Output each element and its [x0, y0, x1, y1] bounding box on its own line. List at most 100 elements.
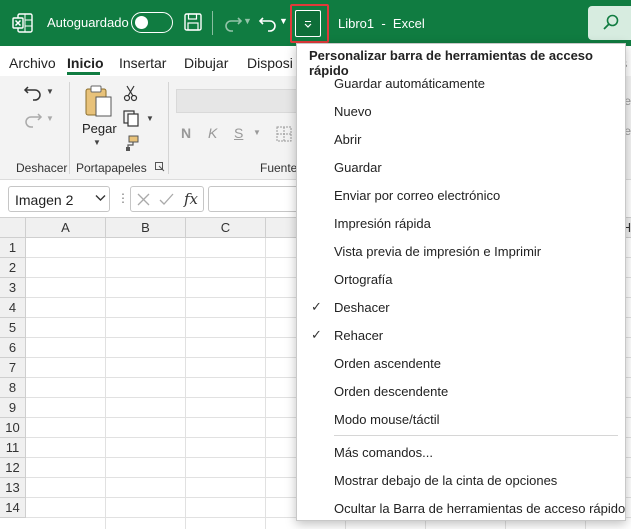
italic-button[interactable]: K	[208, 125, 217, 141]
dialog-launcher-icon[interactable]	[155, 162, 165, 172]
paste-chevron-icon[interactable]: ▼	[93, 138, 101, 147]
copy-chevron-icon[interactable]: ▼	[146, 114, 154, 123]
formula-bar-grip-icon[interactable]: ⋮	[117, 191, 129, 205]
cancel-icon[interactable]	[137, 193, 150, 206]
ribbon-separator	[69, 82, 70, 174]
tab-insertar[interactable]: Insertar	[119, 55, 166, 71]
row-header-9[interactable]: 9	[0, 398, 26, 418]
menu-footer-item-2[interactable]: Mostrar debajo de la cinta de opciones	[297, 466, 625, 494]
menu-item-ortografía[interactable]: Ortografía	[297, 265, 625, 293]
name-box-chevron-icon[interactable]	[95, 194, 106, 205]
ribbon-undo-chevron-icon[interactable]: ▼	[46, 87, 54, 96]
row-header-14[interactable]: 14	[0, 498, 26, 518]
menu-item-modo-mouse-táctil[interactable]: Modo mouse/táctil	[297, 405, 625, 433]
menu-item-abrir[interactable]: Abrir	[297, 125, 625, 153]
menu-item-rehacer[interactable]: ✓ Rehacer	[297, 321, 625, 349]
row-header-6[interactable]: 6	[0, 338, 26, 358]
row-header-3[interactable]: 3	[0, 278, 26, 298]
menu-item-nuevo[interactable]: Nuevo	[297, 97, 625, 125]
redo-icon[interactable]	[222, 12, 244, 34]
underline-chevron-icon[interactable]: ▼	[253, 128, 261, 137]
document-title: Libro1 - Excel	[338, 16, 425, 31]
autosave-toggle[interactable]	[131, 12, 173, 33]
redo-chevron-down-icon[interactable]: ▼	[243, 16, 252, 26]
insert-function-button[interactable]: fx	[184, 190, 198, 208]
tab-disposi[interactable]: Disposi	[247, 55, 293, 71]
save-icon[interactable]	[183, 12, 203, 32]
menu-item-label: Guardar automáticamente	[334, 76, 486, 91]
row-header-13[interactable]: 13	[0, 478, 26, 498]
menu-footer-item-1[interactable]: Más comandos...	[297, 438, 625, 466]
tab-inicio[interactable]: Inicio	[67, 55, 104, 71]
row-header-2[interactable]: 2	[0, 258, 26, 278]
row-header-4[interactable]: 4	[0, 298, 26, 318]
menu-item-guardar[interactable]: Guardar	[297, 153, 625, 181]
row-header-10[interactable]: 10	[0, 418, 26, 438]
ribbon-redo-chevron-icon[interactable]: ▼	[46, 114, 54, 123]
excel-logo-icon[interactable]	[12, 12, 34, 34]
row-header-11[interactable]: 11	[0, 438, 26, 458]
menu-item-label: Vista previa de impresión e Imprimir	[334, 244, 542, 259]
tab-dibujar[interactable]: Dibujar	[184, 55, 228, 71]
menu-item-label: Mostrar debajo de la cinta de opciones	[334, 473, 558, 488]
menu-item-impresión-rápida[interactable]: Impresión rápida	[297, 209, 625, 237]
menu-item-label: Orden ascendente	[334, 356, 441, 371]
name-box-value: Imagen 2	[15, 192, 74, 208]
menu-item-label: Rehacer	[334, 328, 384, 343]
menu-item-label: Guardar	[334, 160, 382, 175]
row-header-12[interactable]: 12	[0, 458, 26, 478]
paste-label[interactable]: Pegar	[82, 121, 117, 136]
row-header-7[interactable]: 7	[0, 358, 26, 378]
menu-item-label: Más comandos...	[334, 445, 433, 460]
menu-item-label: Deshacer	[334, 300, 390, 315]
borders-icon[interactable]	[276, 126, 292, 142]
menu-item-guardar-automáticamente[interactable]: Guardar automáticamente	[297, 69, 625, 97]
name-box[interactable]: Imagen 2	[8, 186, 110, 212]
enter-check-icon[interactable]	[159, 193, 174, 206]
column-header-c[interactable]: C	[186, 218, 266, 238]
bold-button[interactable]: N	[181, 125, 191, 141]
gridline	[265, 238, 266, 529]
row-header-5[interactable]: 5	[0, 318, 26, 338]
menu-item-label: Abrir	[334, 132, 362, 147]
format-painter-icon[interactable]	[122, 134, 140, 152]
select-all-corner[interactable]	[0, 218, 26, 238]
group-label-deshacer: Deshacer	[16, 161, 68, 175]
font-name-box[interactable]	[176, 89, 298, 113]
group-label-fuente: Fuente	[260, 161, 298, 175]
copy-icon[interactable]	[122, 109, 140, 127]
column-header-b[interactable]: B	[106, 218, 186, 238]
row-header-8[interactable]: 8	[0, 378, 26, 398]
undo-icon[interactable]	[257, 12, 279, 34]
group-label-portapapeles: Portapapeles	[76, 161, 147, 175]
menu-item-label: Nuevo	[334, 104, 372, 119]
menu-item-label: Impresión rápida	[334, 216, 431, 231]
ribbon-separator	[168, 82, 169, 174]
underline-button[interactable]: S	[234, 125, 243, 141]
column-header-a[interactable]: A	[26, 218, 106, 238]
menu-item-label: Ortografía	[334, 272, 393, 287]
menu-item-orden-descendente[interactable]: Orden descendente	[297, 377, 625, 405]
row-header-1[interactable]: 1	[0, 238, 26, 258]
gridline	[185, 238, 186, 529]
menu-item-deshacer[interactable]: ✓ Deshacer	[297, 293, 625, 321]
menu-item-vista-previa-de-impresión-e-imprimir[interactable]: Vista previa de impresión e Imprimir	[297, 237, 625, 265]
menu-item-orden-ascendente[interactable]: Orden ascendente	[297, 349, 625, 377]
menu-separator	[334, 435, 618, 436]
formula-input[interactable]	[208, 186, 308, 212]
menu-item-enviar-por-correo-electrónico[interactable]: Enviar por correo electrónico	[297, 181, 625, 209]
customize-qat-menu: Personalizar barra de herramientas de ac…	[296, 43, 626, 521]
menu-footer-item-3[interactable]: Ocultar la Barra de herramientas de acce…	[297, 494, 625, 522]
check-icon: ✓	[311, 327, 322, 342]
formula-buttons: fx	[130, 186, 204, 212]
highlight-box	[290, 4, 329, 43]
paste-icon[interactable]	[83, 84, 113, 118]
tab-archivo[interactable]: Archivo	[9, 55, 56, 71]
undo-chevron-down-icon[interactable]: ▼	[279, 16, 288, 26]
title-bar: Autoguardado ▼ ▼ Libro1 - Excel	[0, 0, 631, 46]
ribbon-redo-icon[interactable]	[22, 110, 44, 130]
search-icon[interactable]	[602, 13, 620, 31]
toggle-knob	[135, 15, 148, 29]
cut-icon[interactable]	[122, 84, 140, 102]
ribbon-undo-icon[interactable]	[22, 83, 44, 103]
